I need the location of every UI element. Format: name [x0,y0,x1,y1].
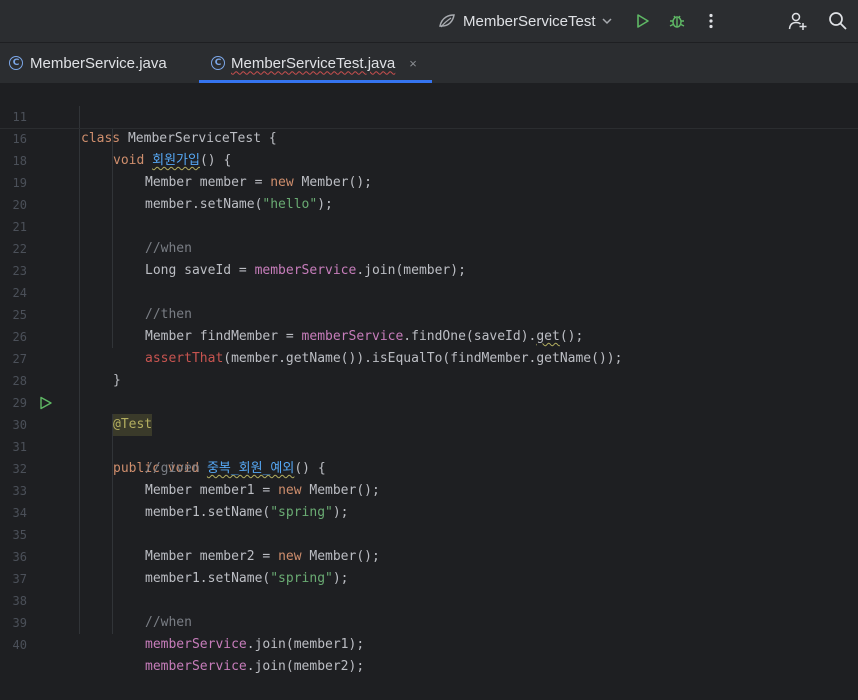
tab-memberservice[interactable]: C MemberService.java [9,43,167,83]
run-config-name: MemberServiceTest [463,12,596,30]
code-line: 26 assertThat(member.getName()).isEqualT… [0,304,858,366]
close-tab-icon[interactable]: × [409,56,417,71]
run-test-gutter-icon[interactable] [39,396,53,410]
code-line: 18 Member member = new Member(); [0,128,858,190]
code-line: 24 //then [0,260,858,322]
run-button[interactable] [632,10,654,32]
tab-label: MemberService.java [30,54,167,72]
run-icon [637,14,649,28]
class-icon: C [9,56,23,70]
code-line: 36 member1.setName("spring"); [0,524,858,586]
code-line: 11 class MemberServiceTest { [0,84,858,146]
top-toolbar: MemberServiceTest [0,0,858,43]
search-button[interactable] [827,10,849,32]
code-line: 35 Member member2 = new Member(); [0,502,858,564]
code-line: 38 //when [0,568,858,630]
code-line: 22 Long saveId = memberService.join(memb… [0,216,858,278]
search-icon [829,12,847,30]
code-line: 32 Member member1 = new Member(); [0,436,858,498]
code-line: 19 member.setName("hello"); [0,150,858,212]
spring-config-icon [439,14,455,28]
active-tab-indicator [199,80,432,83]
code-line: 34 [0,480,858,520]
code-with-me-button[interactable] [787,10,809,32]
code-line: 28 [0,348,858,388]
more-icon [709,13,713,29]
code-line: 29 @Test [0,370,858,436]
test-class-icon: C [211,56,225,70]
code-line: 20 [0,172,858,212]
code-line: 21 //when [0,194,858,256]
code-line: 30 public void 중복_회원_예외() { [0,392,858,476]
chevron-down-icon [602,18,612,25]
line-number: 40 [12,638,27,652]
code-editor[interactable]: 11 class MemberServiceTest { 16 void 회원가… [0,84,858,674]
debug-icon [669,15,685,28]
more-actions-button[interactable] [700,10,722,32]
code-line: 33 member1.setName("spring"); [0,458,858,520]
code-line: 31 //given [0,414,858,476]
debug-button[interactable] [666,10,688,32]
code-line: 39 memberService.join(member1); [0,590,858,652]
tab-label: MemberServiceTest.java [231,54,396,72]
add-user-icon [788,12,807,30]
code-line: 16 void 회원가입() { [0,106,858,168]
code-line: 27 } [0,326,858,388]
editor-tab-bar: C MemberService.java C MemberServiceTest… [0,43,858,84]
code-line: 23 [0,238,858,278]
tab-memberservicetest[interactable]: C MemberServiceTest.java × [199,43,432,83]
code-line: 40 memberService.join(member2); [0,612,858,674]
code-line: 25 Member findMember = memberService.fin… [0,282,858,344]
run-configuration-selector[interactable]: MemberServiceTest [437,9,612,33]
code-line: 37 [0,546,858,586]
